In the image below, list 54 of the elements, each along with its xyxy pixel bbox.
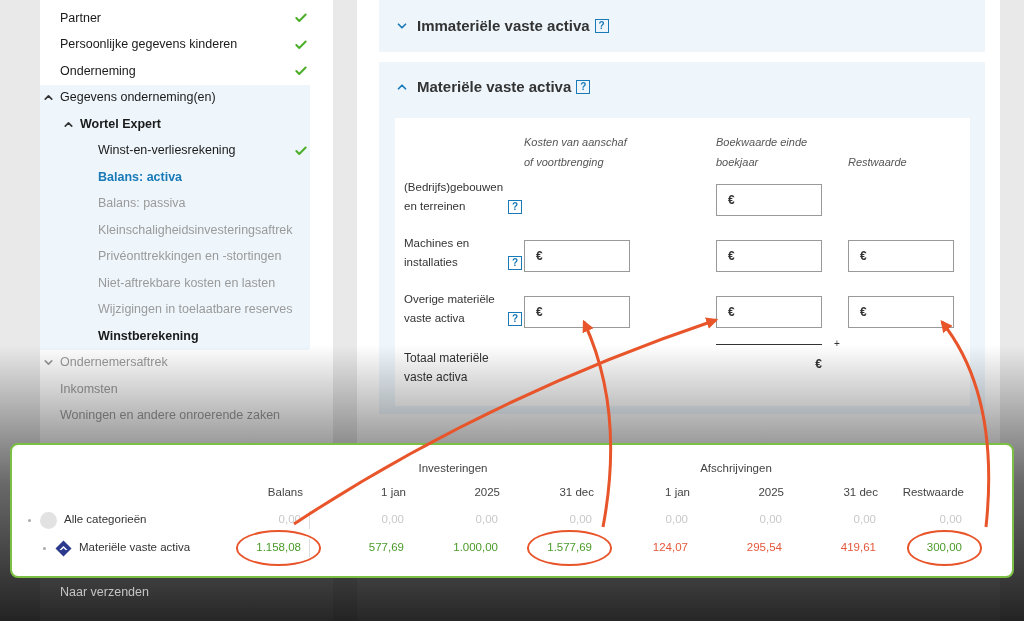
section-title[interactable]: Materiële vaste activa — [417, 75, 572, 99]
column-header: 2025 — [757, 485, 784, 501]
table-cell: 1.158,08 — [236, 530, 321, 566]
column-header: Restwaarde — [901, 485, 964, 501]
input-field[interactable]: € — [524, 240, 630, 272]
column-header: 2025 — [473, 485, 500, 501]
group-header: Afschrijvingen — [699, 461, 773, 477]
nav-item[interactable]: Wortel Expert — [80, 114, 162, 134]
input-field[interactable]: € — [716, 240, 822, 272]
row-label: Totaal materiële vaste activa — [404, 350, 490, 386]
column-header: Restwaarde — [848, 155, 907, 170]
table-cell-text: 1.000,00 — [452, 540, 499, 556]
group-header: Investeringen — [417, 461, 489, 477]
help-button[interactable]: ? — [508, 312, 522, 326]
nav-item[interactable]: Onderneming — [60, 61, 136, 81]
category-label[interactable]: Materiële vaste activa — [79, 539, 191, 557]
category-label[interactable]: Alle categorieën — [64, 511, 147, 529]
column-header: Balans — [266, 485, 303, 501]
table-cell-text: 419,61 — [839, 540, 877, 556]
column-header: Kosten van aanschaf of voortbrenging — [524, 135, 629, 170]
bullet-icon — [28, 518, 31, 522]
row-label: Overige materiële vaste activa — [404, 292, 496, 326]
column-header: 1 jan — [380, 485, 406, 501]
help-button[interactable]: ? — [508, 256, 522, 270]
column-header: 31 dec — [558, 485, 594, 501]
nav-item[interactable]: Persoonlijke gegevens kinderen — [60, 35, 238, 55]
section-title[interactable]: Immateriële vaste activa — [417, 14, 590, 38]
input-field[interactable]: € — [524, 296, 630, 328]
table-cell: 1.577,69 — [527, 530, 612, 566]
input-field[interactable]: € — [716, 296, 822, 328]
table-cell-text: 577,69 — [367, 540, 405, 556]
nav-item[interactable]: Partner — [60, 8, 101, 28]
help-button[interactable]: ? — [594, 19, 609, 33]
nav-item[interactable]: Gegevens onderneming(en) — [60, 88, 216, 108]
input-field[interactable]: € — [848, 296, 954, 328]
column-header: Boekwaarde einde boekjaar — [716, 135, 809, 170]
sum-sign: + — [834, 337, 840, 351]
column-header: 31 dec — [842, 485, 878, 501]
help-button[interactable]: ? — [508, 200, 522, 214]
bullet-icon — [43, 546, 46, 550]
table-cell-text: 295,54 — [745, 540, 783, 556]
row-label: (Bedrijfs)gebouwen en terreinen — [404, 180, 505, 214]
total-value: € — [814, 356, 822, 373]
diamond-logo-icon — [55, 539, 72, 557]
nav-item[interactable]: Winst-en-verliesrekening — [98, 141, 236, 161]
nav-item[interactable]: Balans: activa — [98, 167, 183, 187]
table-cell-text: 124,07 — [651, 540, 689, 556]
table-cell: 300,00 — [906, 530, 982, 566]
column-header: 1 jan — [664, 485, 690, 501]
nav-item[interactable]: Winstberekening — [98, 326, 199, 346]
input-field[interactable]: € — [848, 240, 954, 272]
input-field[interactable]: € — [716, 184, 822, 216]
help-button[interactable]: ? — [576, 80, 591, 94]
row-label: Machines en installaties — [404, 236, 471, 270]
